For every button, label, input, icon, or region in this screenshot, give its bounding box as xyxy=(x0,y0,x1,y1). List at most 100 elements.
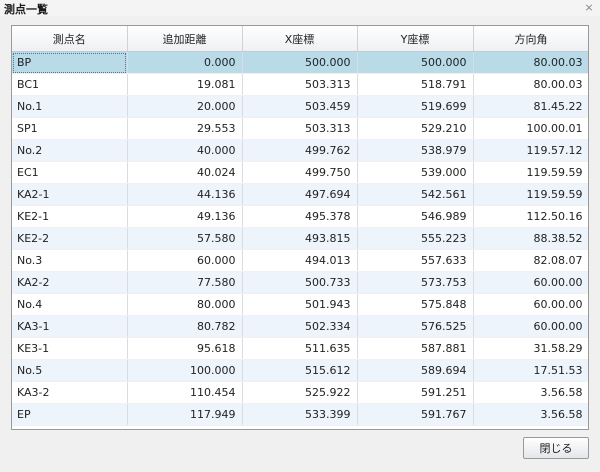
column-header-y-coordinate[interactable]: Y座標 xyxy=(357,26,474,52)
table-cell: KA3-2 xyxy=(12,381,128,404)
table-cell: 20.000 xyxy=(127,95,243,118)
table-cell: 119.57.12 xyxy=(473,139,588,162)
table-cell: 80.00.03 xyxy=(473,73,588,96)
table-cell: 573.753 xyxy=(357,271,474,294)
table-row[interactable]: KE2-2 57.580 493.815 555.223 88.38.52 xyxy=(12,227,588,250)
table-row[interactable]: No.3 60.000 494.013 557.633 82.08.07 xyxy=(12,249,588,272)
table-cell: 495.378 xyxy=(242,205,358,228)
table-cell: 511.635 xyxy=(242,337,358,360)
table-cell: 80.782 xyxy=(127,315,243,338)
table-row[interactable]: BC1 19.081 503.313 518.791 80.00.03 xyxy=(12,73,588,96)
table-cell: 497.694 xyxy=(242,183,358,206)
table-cell: EC1 xyxy=(12,161,128,184)
table-cell: 17.51.53 xyxy=(473,359,588,382)
table-cell: 60.00.00 xyxy=(473,293,588,316)
table-cell: 80.00.03 xyxy=(473,51,588,74)
column-header-added-distance[interactable]: 追加距離 xyxy=(127,26,243,52)
table-cell: 546.989 xyxy=(357,205,474,228)
column-header-point-name[interactable]: 測点名 xyxy=(12,26,128,52)
table-header-row: 測点名 追加距離 X座標 Y座標 方向角 xyxy=(12,26,588,52)
table-cell: 494.013 xyxy=(242,249,358,272)
table-cell: SP1 xyxy=(12,117,128,140)
table-row[interactable]: EC1 40.024 499.750 539.000 119.59.59 xyxy=(12,161,588,184)
table-cell: 515.612 xyxy=(242,359,358,382)
table-cell: 44.136 xyxy=(127,183,243,206)
table-cell: 57.580 xyxy=(127,227,243,250)
survey-point-list: 測点名 追加距離 X座標 Y座標 方向角 BP 0.000 500.000 500.0… xyxy=(11,25,589,430)
table-cell: 40.024 xyxy=(127,161,243,184)
table-cell: 112.50.16 xyxy=(473,205,588,228)
table-body: BP 0.000 500.000 500.000 80.00.03 BC1 19.081 50… xyxy=(12,51,588,426)
table-cell: No.4 xyxy=(12,293,128,316)
table-cell: 518.791 xyxy=(357,73,474,96)
table-row[interactable]: SP1 29.553 503.313 529.210 100.00.01 xyxy=(12,117,588,140)
table-row[interactable]: No.2 40.000 499.762 538.979 119.57.12 xyxy=(12,139,588,162)
table-cell: 589.694 xyxy=(357,359,474,382)
table-cell: 499.762 xyxy=(242,139,358,162)
table-cell: 493.815 xyxy=(242,227,358,250)
table-cell: 117.949 xyxy=(127,403,243,426)
table-cell: 19.081 xyxy=(127,73,243,96)
table-cell: 555.223 xyxy=(357,227,474,250)
table-cell: 3.56.58 xyxy=(473,403,588,426)
table-row[interactable]: BP 0.000 500.000 500.000 80.00.03 xyxy=(12,51,588,74)
table-cell: 499.750 xyxy=(242,161,358,184)
table-cell: KE2-1 xyxy=(12,205,128,228)
window-title: 測点一覧 xyxy=(4,3,48,16)
table-cell: No.2 xyxy=(12,139,128,162)
table-cell: KA3-1 xyxy=(12,315,128,338)
table-row[interactable]: KA2-1 44.136 497.694 542.561 119.59.59 xyxy=(12,183,588,206)
table-cell: KA2-2 xyxy=(12,271,128,294)
table-cell: 539.000 xyxy=(357,161,474,184)
table-cell: 31.58.29 xyxy=(473,337,588,360)
table-cell: 575.848 xyxy=(357,293,474,316)
table-cell: No.1 xyxy=(12,95,128,118)
table-cell: 500.000 xyxy=(357,51,474,74)
table-cell: 533.399 xyxy=(242,403,358,426)
table-cell: No.3 xyxy=(12,249,128,272)
table-cell: 529.210 xyxy=(357,117,474,140)
table-row[interactable]: No.5 100.000 515.612 589.694 17.51.53 xyxy=(12,359,588,382)
table-cell: 119.59.59 xyxy=(473,183,588,206)
table-cell: 519.699 xyxy=(357,95,474,118)
title-bar: 測点一覧 ⨯ xyxy=(0,0,600,16)
table-cell: KE3-1 xyxy=(12,337,128,360)
table-cell: 29.553 xyxy=(127,117,243,140)
table-cell: 77.580 xyxy=(127,271,243,294)
table-row[interactable]: KA2-2 77.580 500.733 573.753 60.00.00 xyxy=(12,271,588,294)
table-row[interactable]: KA3-1 80.782 502.334 576.525 60.00.00 xyxy=(12,315,588,338)
table-cell: No.5 xyxy=(12,359,128,382)
table-cell: 500.733 xyxy=(242,271,358,294)
table-cell: 591.251 xyxy=(357,381,474,404)
column-header-x-coordinate[interactable]: X座標 xyxy=(242,26,358,52)
column-header-direction-angle[interactable]: 方向角 xyxy=(473,26,588,52)
table-cell: 587.881 xyxy=(357,337,474,360)
table-cell: KE2-2 xyxy=(12,227,128,250)
close-button[interactable]: 閉じる xyxy=(523,437,589,459)
table-row[interactable]: EP 117.949 533.399 591.767 3.56.58 xyxy=(12,403,588,426)
table-cell: 82.08.07 xyxy=(473,249,588,272)
table-row[interactable]: KE2-1 49.136 495.378 546.989 112.50.16 xyxy=(12,205,588,228)
table-cell: KA2-1 xyxy=(12,183,128,206)
table-cell: EP xyxy=(12,403,128,426)
table-cell: 542.561 xyxy=(357,183,474,206)
table-row[interactable]: No.4 80.000 501.943 575.848 60.00.00 xyxy=(12,293,588,316)
table-row[interactable]: KA3-2 110.454 525.922 591.251 3.56.58 xyxy=(12,381,588,404)
table-cell: 538.979 xyxy=(357,139,474,162)
survey-point-table: 測点名 追加距離 X座標 Y座標 方向角 BP 0.000 500.000 500.0… xyxy=(12,26,588,426)
table-cell: 100.000 xyxy=(127,359,243,382)
table-cell: 591.767 xyxy=(357,403,474,426)
table-cell: 49.136 xyxy=(127,205,243,228)
table-cell: 95.618 xyxy=(127,337,243,360)
table-row[interactable]: No.1 20.000 503.459 519.699 81.45.22 xyxy=(12,95,588,118)
table-cell: 60.000 xyxy=(127,249,243,272)
table-cell: 3.56.58 xyxy=(473,381,588,404)
table-cell: 525.922 xyxy=(242,381,358,404)
table-cell: 576.525 xyxy=(357,315,474,338)
table-cell: 110.454 xyxy=(127,381,243,404)
table-cell: 503.459 xyxy=(242,95,358,118)
table-cell: 500.000 xyxy=(242,51,358,74)
table-cell: 0.000 xyxy=(127,51,243,74)
table-row[interactable]: KE3-1 95.618 511.635 587.881 31.58.29 xyxy=(12,337,588,360)
close-icon[interactable]: ⨯ xyxy=(583,2,595,14)
